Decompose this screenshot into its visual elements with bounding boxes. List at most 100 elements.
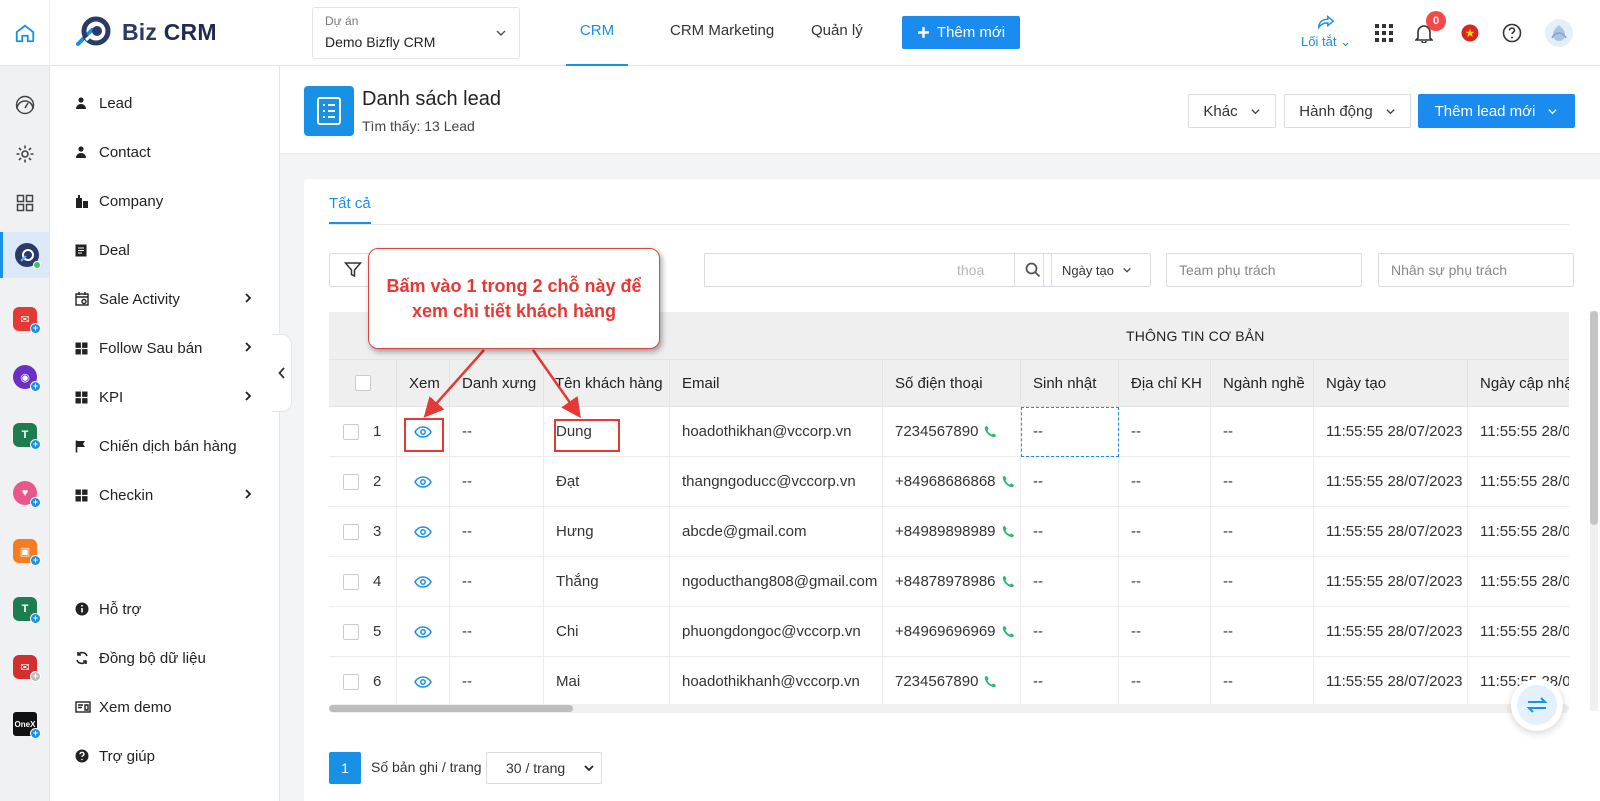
sidebar-item-label: KPI <box>99 388 124 406</box>
settings-icon <box>16 145 34 163</box>
row-checkbox[interactable] <box>343 673 359 690</box>
tab-quan-ly[interactable]: Quản lý <box>811 0 863 66</box>
page-title: Danh sách lead <box>362 88 501 110</box>
phone-call-icon[interactable] <box>1002 525 1015 538</box>
cell-birthday[interactable]: -- <box>1021 607 1119 656</box>
add-new-button[interactable]: Thêm mới <box>902 16 1020 49</box>
row-checkbox[interactable] <box>343 423 359 440</box>
phone-call-icon[interactable] <box>984 425 997 438</box>
page-1-button[interactable]: 1 <box>329 752 361 784</box>
tab-all[interactable]: Tất cả <box>329 195 371 224</box>
list-icon <box>304 86 354 136</box>
row-checkbox[interactable] <box>343 623 359 640</box>
scrollbar-thumb[interactable] <box>329 705 573 712</box>
rail-email-app[interactable]: ✉ + <box>0 299 50 339</box>
rail-marketing-app[interactable]: ♥ + <box>0 473 50 513</box>
rail-shop-app[interactable]: ▣ + <box>0 531 50 571</box>
cell-birthday[interactable]: -- <box>1021 657 1119 706</box>
marketing-app-icon: ♥ + <box>13 481 41 508</box>
search-input[interactable]: thoạ <box>704 253 1016 287</box>
phone-call-icon[interactable] <box>1002 625 1015 638</box>
view-button[interactable] <box>397 657 450 706</box>
cell-birthday[interactable]: -- <box>1021 507 1119 556</box>
table-row: 6 -- Mai hoadothikhanh@vccorp.vn 7234567… <box>329 657 1569 707</box>
view-button[interactable] <box>397 507 450 556</box>
rail-widgets[interactable] <box>0 183 50 223</box>
rail-chat-app[interactable]: ◉ + <box>0 357 50 397</box>
apps-grid-button[interactable] <box>1371 20 1397 46</box>
sidebar-item-kpi[interactable]: KPI <box>75 382 275 412</box>
crm-app-icon <box>14 243 41 269</box>
sidebar-item-deal[interactable]: Deal <box>75 235 275 265</box>
rail-crm-app[interactable] <box>0 232 50 278</box>
language-button[interactable] <box>1457 20 1483 46</box>
staff-filter-input[interactable]: Nhân sự phụ trách <box>1378 253 1574 287</box>
home-button[interactable] <box>0 0 50 66</box>
user-avatar[interactable] <box>1544 18 1574 48</box>
rail-onex-app[interactable]: OneX + <box>0 704 50 744</box>
actions-label: Hành động <box>1299 102 1373 120</box>
rail-settings[interactable] <box>0 134 50 174</box>
sidebar-collapse-button[interactable] <box>272 334 292 412</box>
per-page-select[interactable]: 30 / trang <box>486 752 602 784</box>
actions-button[interactable]: Hành động <box>1284 94 1411 128</box>
cell-birthday[interactable]: -- <box>1021 557 1119 606</box>
annotation-callout: Bấm vào 1 trong 2 chỗ này để xem chi tiế… <box>368 248 660 349</box>
select-all-checkbox[interactable] <box>354 375 371 391</box>
sidebar-item-sale-activity[interactable]: Sale Activity <box>75 284 275 314</box>
rail-dashboard[interactable] <box>0 85 50 125</box>
customer-name-link[interactable]: Đạt <box>544 457 670 506</box>
sidebar-item-label: Chiến dịch bán hàng <box>99 437 237 455</box>
chevron-down-icon <box>1123 267 1131 273</box>
rail-email-app-2[interactable]: ✉ + <box>0 647 50 687</box>
row-number: 4 <box>373 573 382 590</box>
view-button[interactable] <box>397 607 450 656</box>
date-created-select[interactable]: Ngày tạo <box>1043 253 1151 287</box>
customer-name-link[interactable]: Mai <box>544 657 670 706</box>
add-lead-button[interactable]: Thêm lead mới <box>1418 94 1575 128</box>
sidebar-item-follow-sau-ban[interactable]: Follow Sau bán <box>75 333 275 363</box>
tab-divider <box>329 224 1569 225</box>
customer-name-link[interactable]: Chi <box>544 607 670 656</box>
swap-icon <box>1526 697 1548 713</box>
bizcrm-logo[interactable]: Biz CRM <box>72 14 217 50</box>
sidebar-item-contact[interactable]: Contact <box>75 137 275 167</box>
other-button[interactable]: Khác <box>1188 94 1276 128</box>
sidebar-item-chien-dich[interactable]: Chiến dịch bán hàng <box>75 431 275 461</box>
vertical-scrollbar[interactable] <box>1590 311 1598 711</box>
team-filter-input[interactable]: Team phụ trách <box>1166 253 1362 287</box>
building-icon <box>75 194 99 208</box>
rail-teams-app[interactable]: T + <box>0 415 50 455</box>
tab-crm-sale[interactable]: CRM Sale <box>566 0 628 101</box>
project-select[interactable]: Dự án Demo Bizfly CRM <box>312 7 520 59</box>
sidebar-item-company[interactable]: Company <box>75 186 275 216</box>
horizontal-scrollbar[interactable] <box>329 704 1569 713</box>
sidebar-item-ho-tro[interactable]: Hỗ trợ <box>75 594 275 624</box>
sidebar-item-xem-demo[interactable]: Xem demo <box>75 692 275 722</box>
help-button[interactable] <box>1499 20 1525 46</box>
shortcut-menu[interactable]: Lối tắt ⌄ <box>1296 14 1356 50</box>
view-button[interactable] <box>397 457 450 506</box>
swap-fab-button[interactable] <box>1511 679 1563 731</box>
customer-name-link[interactable]: Hưng <box>544 507 670 556</box>
scrollbar-thumb[interactable] <box>1590 311 1598 525</box>
view-button[interactable] <box>397 557 450 606</box>
cell-updated: 11:55:55 28/07/2023 <box>1468 407 1569 456</box>
customer-name-link[interactable]: Thắng <box>544 557 670 606</box>
cell-address: -- <box>1119 407 1211 456</box>
rail-teams-app-2[interactable]: T + <box>0 589 50 629</box>
chevron-right-icon <box>245 489 252 499</box>
sidebar-item-checkin[interactable]: Checkin <box>75 480 275 510</box>
sidebar-item-tro-giup[interactable]: Trợ giúp <box>75 741 275 771</box>
tab-crm-marketing[interactable]: CRM Marketing <box>670 0 774 66</box>
sidebar-item-dong-bo[interactable]: Đồng bộ dữ liệu <box>75 643 275 673</box>
row-checkbox[interactable] <box>343 473 359 490</box>
phone-call-icon[interactable] <box>1002 575 1015 588</box>
phone-call-icon[interactable] <box>984 675 997 688</box>
cell-birthday[interactable]: -- <box>1021 457 1119 506</box>
sidebar-item-lead[interactable]: Lead <box>75 88 275 118</box>
phone-call-icon[interactable] <box>1002 475 1015 488</box>
sync-icon <box>75 651 99 665</box>
row-checkbox[interactable] <box>343 573 359 590</box>
row-checkbox[interactable] <box>343 523 359 540</box>
